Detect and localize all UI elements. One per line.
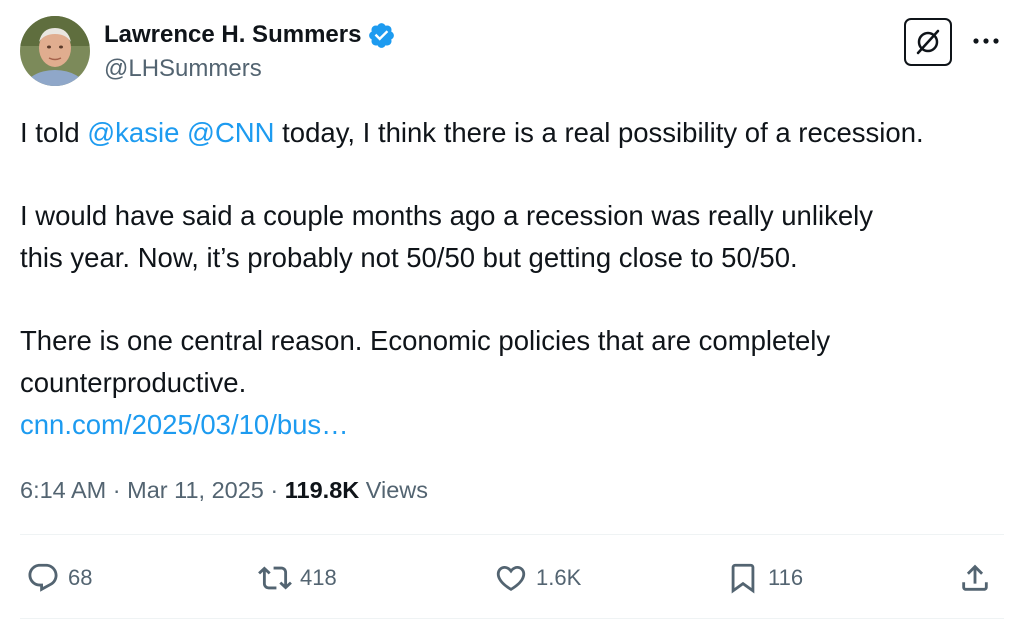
tweet-paragraph-3-line-2: counterproductive. [20,367,247,398]
tweet-meta: 6:14 AM · Mar 11, 2025 · 119.8K Views [20,474,428,506]
more-options-button[interactable] [968,26,1004,56]
mention-cnn-link[interactable]: @CNN [187,117,275,148]
tweet-paragraph-1: I told @kasie @CNN today, I think there … [20,112,1010,154]
reply-button[interactable]: 68 [26,556,92,600]
share-button[interactable] [958,556,992,600]
avatar[interactable] [20,16,90,86]
divider [20,534,1004,535]
article-link[interactable]: cnn.com/2025/03/10/bus… [20,409,349,440]
like-button[interactable]: 1.6K [494,556,581,600]
action-bar: 68 418 1.6K 116 [0,556,1024,600]
grok-button[interactable] [904,18,952,66]
tweet-date[interactable]: Mar 11, 2025 [127,477,264,503]
mention-kasie-link[interactable]: @kasie [87,117,179,148]
author-name-text[interactable]: Lawrence H. Summers [104,19,361,51]
author-handle[interactable]: @LHSummers [104,53,262,85]
reply-icon [28,563,58,592]
tweet-paragraph-2-line-2: this year. Now, it’s probably not 50/50 … [20,242,798,273]
verified-badge-icon[interactable] [367,21,396,50]
heart-icon [496,565,526,591]
tweet-paragraph-3-line-1: There is one central reason. Economic po… [20,325,831,356]
tweet-time[interactable]: 6:14 AM [20,477,106,503]
views-count[interactable]: 119.8K [285,477,359,503]
meta-separator: · [106,477,128,503]
repost-icon [258,566,292,590]
meta-separator: · [263,477,285,503]
tweet-text-space [179,117,187,148]
avatar-photo [20,16,90,86]
bookmark-icon [731,563,755,594]
grok-icon [916,29,940,55]
divider [20,618,1004,619]
tweet-text-segment: today, I think there is a real possibili… [274,117,924,148]
author-name[interactable]: Lawrence H. Summers [104,19,396,51]
like-count: 1.6K [536,565,582,590]
reply-count: 68 [68,565,93,590]
repost-count: 418 [300,565,337,590]
share-icon [962,564,988,591]
more-horizontal-icon [973,38,999,44]
bookmark-button[interactable]: 116 [726,556,803,600]
views-label: Views [359,477,429,503]
bookmark-count: 116 [768,565,804,590]
tweet-text-segment: I told [20,117,88,148]
tweet-text: I told @kasie @CNN today, I think there … [20,112,1010,446]
repost-button[interactable]: 418 [258,556,337,600]
tweet-paragraph-2-line-1: I would have said a couple months ago a … [20,200,873,231]
